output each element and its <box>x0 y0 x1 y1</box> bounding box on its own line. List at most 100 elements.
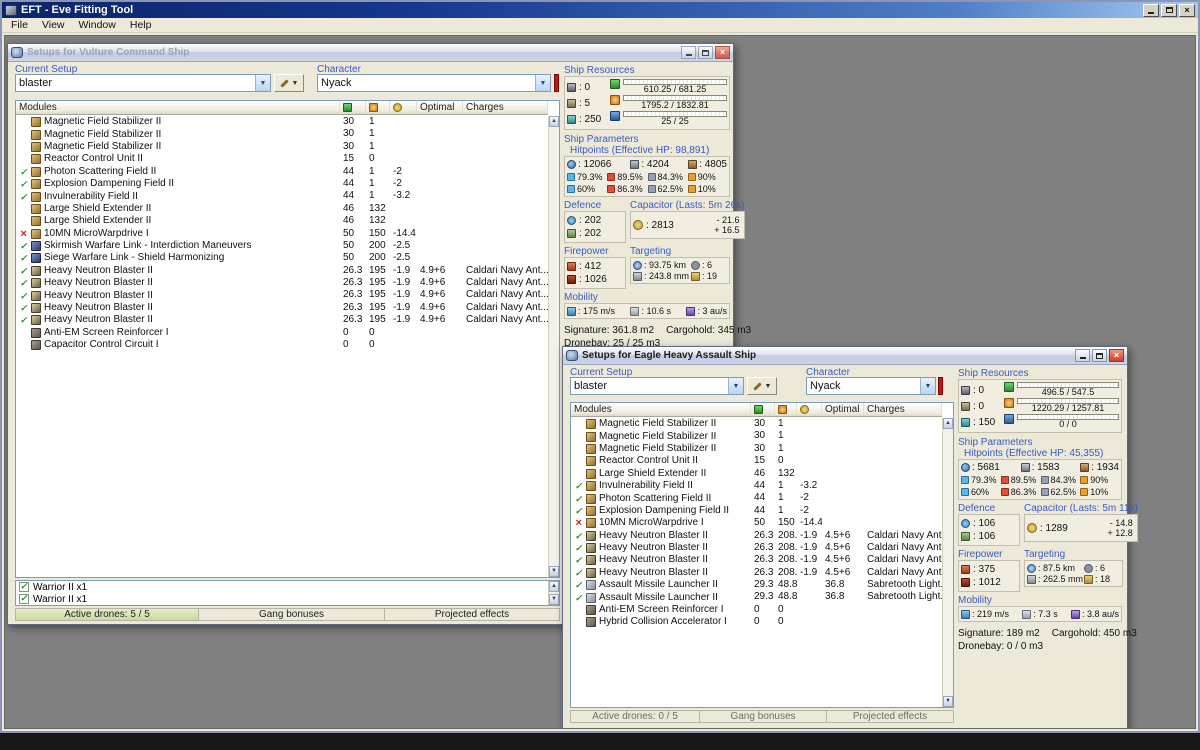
module-cpu: 29.3 <box>754 579 774 591</box>
column-cpu[interactable] <box>751 403 775 416</box>
drone-checkbox[interactable] <box>19 593 29 604</box>
setup-tools-button[interactable]: ▼ <box>747 377 777 395</box>
minimize-button[interactable] <box>681 46 696 59</box>
menu-item[interactable]: Help <box>123 19 159 31</box>
module-row[interactable]: Assault Missile Launcher II 29.3 48.8 36… <box>571 591 942 603</box>
column-cpu[interactable] <box>340 101 366 114</box>
column-modules[interactable]: Modules <box>571 403 751 416</box>
module-row[interactable]: Siege Warfare Link - Shield Harmonizing … <box>16 252 548 264</box>
module-row[interactable]: Photon Scattering Field II 44 1 -2 <box>16 166 548 178</box>
scroll-up-icon[interactable]: ▲ <box>549 116 559 127</box>
drone-row[interactable]: Warrior II x1 <box>16 593 548 605</box>
module-row[interactable]: Large Shield Extender II 46 132 <box>571 468 942 480</box>
column-optimal[interactable]: Optimal <box>822 403 864 416</box>
active-drones-status[interactable]: Active drones: 5 / 5 <box>15 608 199 621</box>
module-row[interactable]: Invulnerability Field II 44 1 -3.2 <box>571 480 942 492</box>
modules-table-header[interactable]: Modules Optimal Charges <box>16 101 548 115</box>
menu-item[interactable]: View <box>35 19 72 31</box>
column-capacitor[interactable] <box>390 101 417 114</box>
menu-item[interactable]: Window <box>72 19 123 31</box>
module-row[interactable]: Heavy Neutron Blaster II 26.3 195 -1.9 4… <box>16 265 548 277</box>
main-window: EFT - Eve Fitting Tool × File View Window H… <box>0 0 1200 733</box>
vulture-titlebar[interactable]: Setups for Vulture Command Ship × <box>8 44 733 62</box>
module-row[interactable]: Magnetic Field Stabilizer II 30 1 <box>16 141 548 153</box>
module-row[interactable]: Reactor Control Unit II 15 0 <box>16 153 548 165</box>
drone-checkbox[interactable] <box>19 581 29 592</box>
maximize-button[interactable] <box>1161 3 1177 17</box>
scroll-down-icon[interactable]: ▼ <box>943 696 953 707</box>
scroll-up-icon[interactable]: ▲ <box>943 418 953 429</box>
combo-dropdown-icon[interactable]: ▼ <box>255 75 270 91</box>
module-row[interactable]: Reactor Control Unit II 15 0 <box>571 455 942 467</box>
module-row[interactable]: Heavy Neutron Blaster II 26.3 208.7 -1.9… <box>571 567 942 579</box>
module-row[interactable]: Heavy Neutron Blaster II 26.3 208.7 -1.9… <box>571 542 942 554</box>
column-charges[interactable]: Charges <box>864 403 942 416</box>
maximize-button[interactable] <box>698 46 713 59</box>
setup-combo[interactable]: blaster ▼ <box>15 74 271 92</box>
shield-resist: 89.5% <box>607 172 646 182</box>
close-button[interactable]: × <box>715 46 730 59</box>
gang-bonuses-section[interactable]: Gang bonuses <box>700 710 827 723</box>
module-row[interactable]: Magnetic Field Stabilizer II 30 1 <box>571 443 942 455</box>
maximize-button[interactable] <box>1092 349 1107 362</box>
combo-dropdown-icon[interactable]: ▼ <box>920 378 935 394</box>
drone-list-scrollbar[interactable]: ▲ ▼ <box>548 581 559 605</box>
minimize-button[interactable] <box>1143 3 1159 17</box>
setup-tools-button[interactable]: ▼ <box>274 74 304 92</box>
module-row[interactable]: Anti-EM Screen Reinforcer I 0 0 <box>571 604 942 616</box>
main-titlebar[interactable]: EFT - Eve Fitting Tool × <box>2 2 1198 18</box>
column-capacitor[interactable] <box>797 403 822 416</box>
eagle-titlebar[interactable]: Setups for Eagle Heavy Assault Ship × <box>563 347 1127 365</box>
module-row[interactable]: Photon Scattering Field II 44 1 -2 <box>571 492 942 504</box>
module-row[interactable]: Heavy Neutron Blaster II 26.3 195 -1.9 4… <box>16 314 548 326</box>
column-optimal[interactable]: Optimal <box>417 101 463 114</box>
close-button[interactable]: × <box>1179 3 1195 17</box>
character-combo[interactable]: Nyack ▼ <box>317 74 551 92</box>
module-row[interactable]: Hybrid Collision Accelerator I 0 0 <box>571 616 942 628</box>
projected-effects-section[interactable]: Projected effects <box>385 608 560 621</box>
close-button[interactable]: × <box>1109 349 1124 362</box>
character-combo[interactable]: Nyack ▼ <box>806 377 936 395</box>
drone-row[interactable]: Warrior II x1 <box>16 581 548 593</box>
module-row[interactable]: Explosion Dampening Field II 44 1 -2 <box>571 505 942 517</box>
menu-item[interactable]: File <box>4 19 35 31</box>
module-charge <box>463 153 548 165</box>
module-row[interactable]: Assault Missile Launcher II 29.3 48.8 36… <box>571 579 942 591</box>
scroll-down-icon[interactable]: ▼ <box>549 594 559 605</box>
module-row[interactable]: Heavy Neutron Blaster II 26.3 195 -1.9 4… <box>16 302 548 314</box>
mobility-icon <box>567 306 576 316</box>
combo-dropdown-icon[interactable]: ▼ <box>535 75 550 91</box>
table-scrollbar[interactable]: ▲ ▼ <box>548 116 559 577</box>
minimize-button[interactable] <box>1075 349 1090 362</box>
module-row[interactable]: Magnetic Field Stabilizer II 30 1 <box>571 430 942 442</box>
gang-bonuses-section[interactable]: Gang bonuses <box>199 608 385 621</box>
column-modules[interactable]: Modules <box>16 101 340 114</box>
setup-combo[interactable]: blaster ▼ <box>570 377 744 395</box>
column-powergrid[interactable] <box>775 403 797 416</box>
module-row[interactable]: 10MN MicroWarpdrive I 50 150 -14.4 <box>16 228 548 240</box>
active-drones-status[interactable]: Active drones: 0 / 5 <box>570 710 700 723</box>
module-row[interactable]: Large Shield Extender II 46 132 <box>16 215 548 227</box>
module-row[interactable]: Skirmish Warfare Link - Interdiction Man… <box>16 240 548 252</box>
module-row[interactable]: Explosion Dampening Field II 44 1 -2 <box>16 178 548 190</box>
module-row[interactable]: Heavy Neutron Blaster II 26.3 208.7 -1.9… <box>571 530 942 542</box>
module-row[interactable]: Heavy Neutron Blaster II 26.3 208.7 -1.9… <box>571 554 942 566</box>
module-row[interactable]: Magnetic Field Stabilizer II 30 1 <box>16 128 548 140</box>
module-row[interactable]: Capacitor Control Circuit I 0 0 <box>16 339 548 351</box>
modules-table-header[interactable]: Modules Optimal Charges <box>571 403 942 417</box>
combo-dropdown-icon[interactable]: ▼ <box>728 378 743 394</box>
module-row[interactable]: Invulnerability Field II 44 1 -3.2 <box>16 190 548 202</box>
module-row[interactable]: Heavy Neutron Blaster II 26.3 195 -1.9 4… <box>16 289 548 301</box>
column-charges[interactable]: Charges <box>463 101 548 114</box>
module-row[interactable]: Anti-EM Screen Reinforcer I 0 0 <box>16 327 548 339</box>
module-row[interactable]: Heavy Neutron Blaster II 26.3 195 -1.9 4… <box>16 277 548 289</box>
projected-effects-section[interactable]: Projected effects <box>827 710 954 723</box>
module-row[interactable]: Large Shield Extender II 46 132 <box>16 203 548 215</box>
module-row[interactable]: 10MN MicroWarpdrive I 50 150 -14.4 <box>571 517 942 529</box>
module-row[interactable]: Magnetic Field Stabilizer II 30 1 <box>571 418 942 430</box>
scroll-up-icon[interactable]: ▲ <box>549 581 559 592</box>
table-scrollbar[interactable]: ▲ ▼ <box>942 418 953 707</box>
column-powergrid[interactable] <box>366 101 390 114</box>
module-row[interactable]: Magnetic Field Stabilizer II 30 1 <box>16 116 548 128</box>
scroll-down-icon[interactable]: ▼ <box>549 566 559 577</box>
